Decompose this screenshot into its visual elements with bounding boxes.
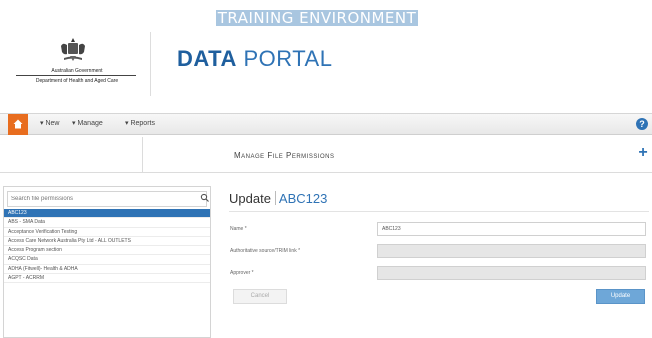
form-heading: Update ABC123 <box>229 190 327 208</box>
government-name: Australian Government <box>51 68 103 74</box>
heading-divider <box>229 211 649 212</box>
list-item[interactable]: Access Care Network Australia Pty Ltd - … <box>4 237 210 247</box>
permissions-sidebar: ABC123 ABS - SMA Data Acceptance Verific… <box>3 186 211 338</box>
cancel-button[interactable]: Cancel <box>233 289 287 304</box>
form-heading-record: ABC123 <box>278 191 328 206</box>
list-item[interactable]: Acceptance Verification Testing <box>4 228 210 237</box>
list-item[interactable]: Access Program section <box>4 246 210 256</box>
form-heading-action: Update <box>229 191 271 206</box>
department-name: Department of Health and Aged Care <box>35 78 119 84</box>
permissions-list: ABC123 ABS - SMA Data Acceptance Verific… <box>4 209 210 284</box>
coat-of-arms-icon <box>61 38 85 61</box>
page-title: Manage File Permissions <box>234 151 335 160</box>
top-navbar: ▾ New ▾ Manage ▾ Reports ? <box>0 113 652 135</box>
portal-brand[interactable]: DATA PORTAL <box>177 46 332 72</box>
page-header: TRAINING ENVIRONMENT Australian Governme… <box>0 0 652 110</box>
update-button[interactable]: Update <box>596 289 645 304</box>
help-icon[interactable]: ? <box>636 118 648 130</box>
search-input[interactable] <box>7 191 207 207</box>
page-subbar: Manage File Permissions + <box>0 137 652 173</box>
nav-reports[interactable]: ▾ Reports <box>125 119 155 127</box>
government-logo: Australian Government Department of Heal… <box>12 36 142 96</box>
auth-source-field[interactable] <box>377 244 646 258</box>
list-item[interactable]: ABS - SMA Data <box>4 218 210 228</box>
environment-banner: TRAINING ENVIRONMENT <box>216 9 418 27</box>
list-item[interactable]: ADHA (Fitwell)- Health & ADHA <box>4 265 210 275</box>
nav-new[interactable]: ▾ New <box>40 119 59 127</box>
search-icon[interactable] <box>200 193 210 203</box>
add-icon[interactable]: + <box>636 145 650 161</box>
heading-separator <box>274 191 276 205</box>
brand-divider <box>150 32 151 96</box>
home-button[interactable] <box>8 114 28 135</box>
approver-label: Approver * <box>230 270 254 276</box>
name-field[interactable]: ABC123 <box>377 222 646 236</box>
list-item[interactable]: ABC123 <box>4 209 210 219</box>
home-icon <box>13 119 23 129</box>
subbar-divider <box>142 137 143 173</box>
auth-source-label: Authoritative source/TRIM link * <box>230 248 301 254</box>
brand-portal: PORTAL <box>243 46 333 71</box>
list-item[interactable]: AGPT - ACRRM <box>4 274 210 284</box>
logo-divider <box>16 75 136 76</box>
brand-data: DATA <box>177 46 237 71</box>
nav-manage[interactable]: ▾ Manage <box>72 119 103 127</box>
approver-field[interactable] <box>377 266 646 280</box>
name-label: Name * <box>230 226 247 232</box>
list-item[interactable]: ACQSC Data <box>4 255 210 265</box>
